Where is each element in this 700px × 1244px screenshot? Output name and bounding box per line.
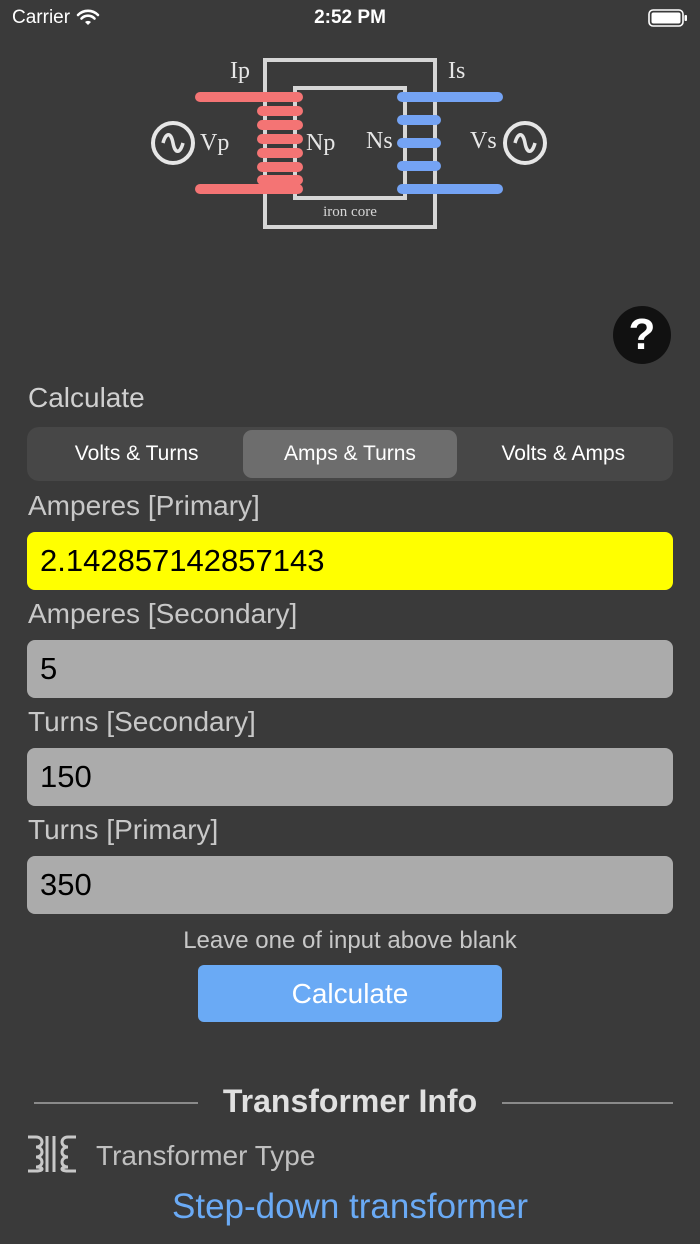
status-bar: Carrier 2:52 PM xyxy=(0,0,700,40)
label-vp: Vp xyxy=(200,130,229,156)
battery-icon xyxy=(648,9,687,27)
transformer-diagram: Ip Is Vp Vs Np Ns iron core xyxy=(151,58,547,229)
label-ns: Ns xyxy=(366,128,393,154)
transformer-type-value: Step-down transformer xyxy=(172,1187,528,1226)
transformer-icon xyxy=(28,1135,76,1173)
label-np: Np xyxy=(306,130,335,156)
label-vs: Vs xyxy=(470,128,497,154)
amperes-secondary-label: Amperes [Secondary] xyxy=(28,598,298,629)
help-button[interactable]: ? xyxy=(613,306,671,364)
label-is: Is xyxy=(448,58,465,84)
amperes-primary-input[interactable] xyxy=(27,532,673,590)
label-ip: Ip xyxy=(230,58,250,84)
segment-volts-amps[interactable]: Volts & Amps xyxy=(457,430,670,478)
segment-amps-turns[interactable]: Amps & Turns xyxy=(243,430,457,478)
transformer-type-label: Transformer Type xyxy=(96,1140,316,1171)
turns-primary-label: Turns [Primary] xyxy=(28,814,219,845)
status-time: 2:52 PM xyxy=(314,7,386,28)
transformer-info-title: Transformer Info xyxy=(222,1083,478,1119)
calculate-button[interactable]: Calculate xyxy=(198,965,502,1022)
help-icon: ? xyxy=(628,310,656,359)
secondary-ac-source-icon xyxy=(503,121,547,165)
label-iron-core: iron core xyxy=(323,204,377,220)
amperes-secondary-input[interactable] xyxy=(27,640,673,698)
turns-secondary-input[interactable] xyxy=(27,748,673,806)
blank-input-hint: Leave one of input above blank xyxy=(183,927,517,954)
amperes-primary-label: Amperes [Primary] xyxy=(28,490,260,521)
primary-ac-source-icon xyxy=(151,121,195,165)
primary-coil xyxy=(257,106,303,185)
segment-volts-turns[interactable]: Volts & Turns xyxy=(30,430,243,478)
secondary-coil xyxy=(397,115,441,171)
turns-primary-input[interactable] xyxy=(27,856,673,914)
calculate-mode-control: Volts & Turns Amps & Turns Volts & Amps xyxy=(27,427,673,481)
turns-secondary-label: Turns [Secondary] xyxy=(28,706,256,737)
calculate-label: Calculate xyxy=(28,382,145,413)
